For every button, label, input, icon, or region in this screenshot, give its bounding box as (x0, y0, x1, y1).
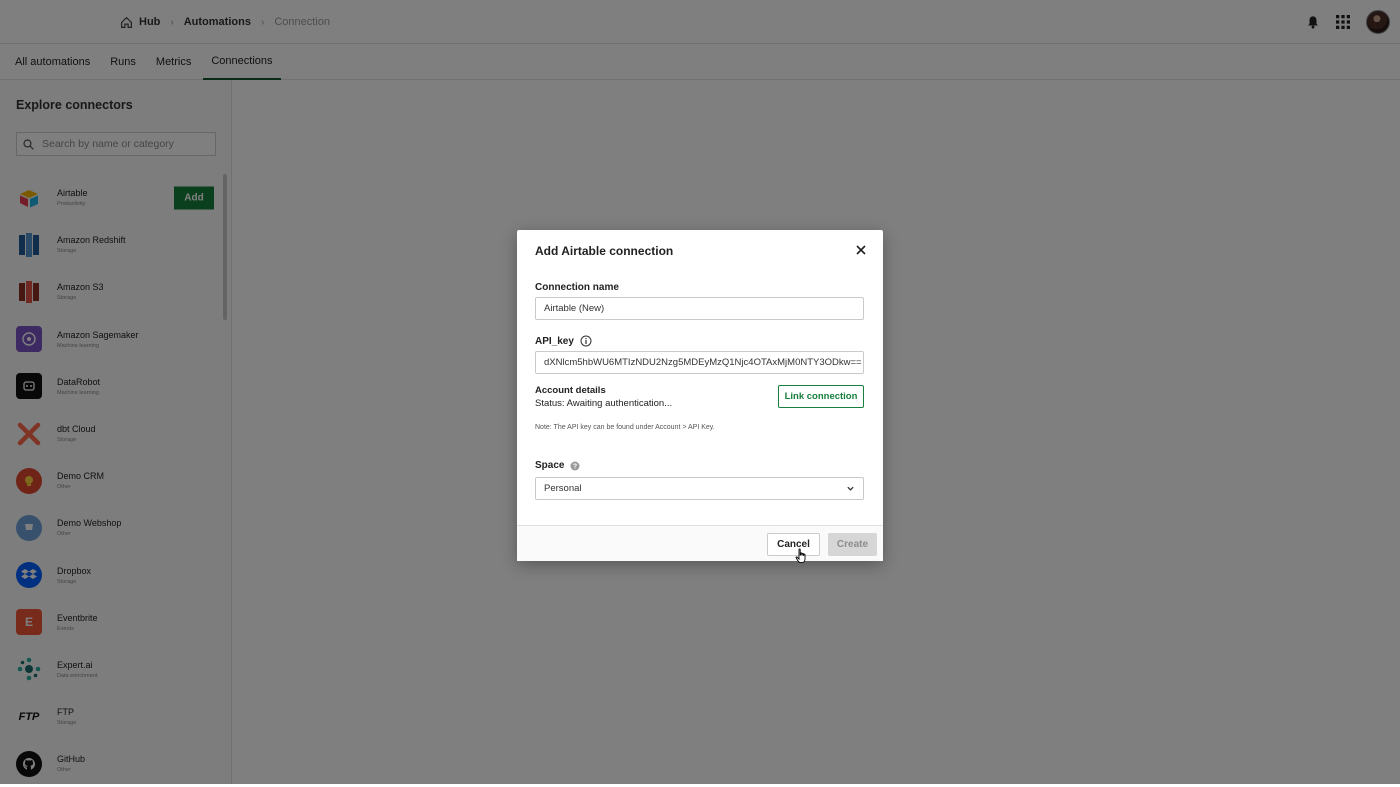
status-text: Status: Awaiting authentication... (535, 398, 673, 409)
account-details-label: Account details (535, 385, 606, 396)
space-select[interactable]: Personal (535, 477, 864, 500)
account-details: Account details Status: Awaiting authent… (535, 385, 672, 409)
cancel-button[interactable]: Cancel (767, 533, 820, 556)
close-icon[interactable] (853, 242, 869, 258)
help-icon[interactable]: ? (570, 461, 580, 471)
hand-cursor-icon (795, 548, 806, 564)
dialog-footer: Cancel Create (517, 525, 883, 561)
api-key-label-row: API_key (535, 335, 592, 347)
api-key-input[interactable]: dXNlcm5hbWU6MTIzNDU2Nzg5MDEyMzQ1Njc4OTAx… (535, 351, 864, 374)
info-icon[interactable] (580, 335, 592, 347)
space-label-row: Space ? (535, 460, 580, 471)
create-button[interactable]: Create (828, 533, 877, 556)
link-connection-button[interactable]: Link connection (778, 385, 864, 408)
add-connection-dialog: Add Airtable connection Connection name … (517, 230, 883, 561)
dialog-title: Add Airtable connection (535, 244, 674, 258)
connection-name-label: Connection name (535, 282, 619, 293)
svg-text:?: ? (573, 463, 577, 470)
chevron-down-icon (847, 486, 854, 491)
space-label: Space (535, 460, 565, 471)
api-key-note: Note: The API key can be found under Acc… (535, 424, 715, 431)
api-key-label: API_key (535, 335, 574, 347)
connection-name-input[interactable]: Airtable (New) (535, 297, 864, 320)
space-select-value: Personal (544, 483, 582, 494)
